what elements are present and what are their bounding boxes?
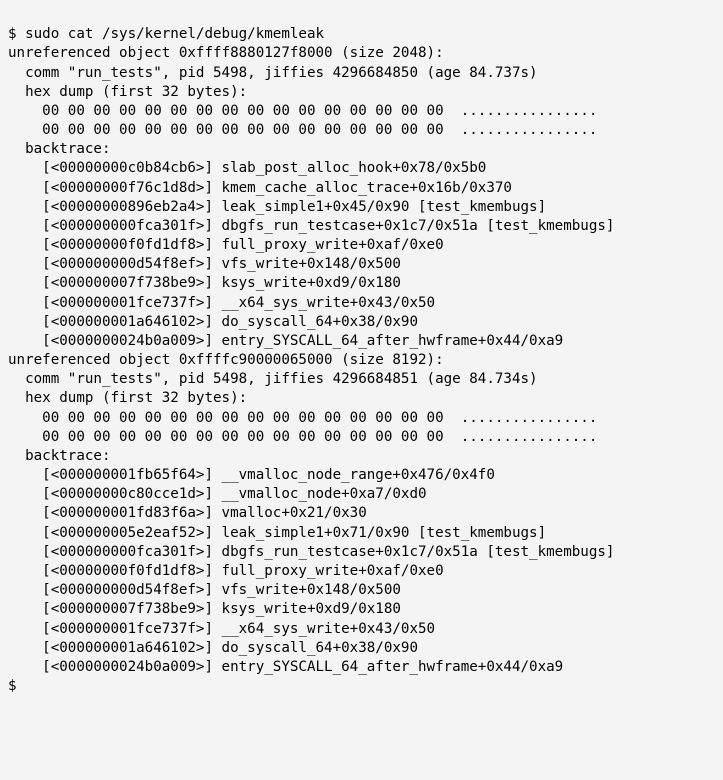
backtrace-frame: [<000000001fb65f64>] __vmalloc_node_rang… [8, 466, 715, 485]
backtrace-frame: [<00000000c80cce1d>] __vmalloc_node+0xa7… [8, 485, 715, 504]
backtrace-frame: [<00000000896eb2a4>] leak_simple1+0x45/0… [8, 198, 715, 217]
backtrace-frame: [<000000001fce737f>] __x64_sys_write+0x4… [8, 620, 715, 639]
backtrace-frame: [<000000005e2eaf52>] leak_simple1+0x71/0… [8, 524, 715, 543]
backtrace-frame: [<00000000c0b84cb6>] slab_post_alloc_hoo… [8, 159, 715, 178]
command-line[interactable]: $ sudo cat /sys/kernel/debug/kmemleak [8, 25, 715, 44]
backtrace-frame: [<000000001a646102>] do_syscall_64+0x38/… [8, 639, 715, 658]
backtrace-label: backtrace: [8, 140, 715, 159]
backtrace-frame: [<000000000fca301f>] dbgfs_run_testcase+… [8, 543, 715, 562]
backtrace-frame: [<00000000f76c1d8d>] kmem_cache_alloc_tr… [8, 179, 715, 198]
prompt: $ [8, 26, 17, 42]
terminal-output: $ sudo cat /sys/kernel/debug/kmemleakunr… [0, 0, 723, 702]
hexdump-line: 00 00 00 00 00 00 00 00 00 00 00 00 00 0… [8, 428, 715, 447]
backtrace-frame: [<00000000f0fd1df8>] full_proxy_write+0x… [8, 236, 715, 255]
backtrace-frame: [<000000007f738be9>] ksys_write+0xd9/0x1… [8, 274, 715, 293]
hexdump-line: 00 00 00 00 00 00 00 00 00 00 00 00 00 0… [8, 121, 715, 140]
hexdump-label: hex dump (first 32 bytes): [8, 389, 715, 408]
backtrace-frame: [<000000000d54f8ef>] vfs_write+0x148/0x5… [8, 581, 715, 600]
backtrace-label: backtrace: [8, 447, 715, 466]
backtrace-frame: [<000000001a646102>] do_syscall_64+0x38/… [8, 313, 715, 332]
command-text: sudo cat /sys/kernel/debug/kmemleak [25, 26, 324, 42]
backtrace-frame: [<0000000024b0a009>] entry_SYSCALL_64_af… [8, 332, 715, 351]
backtrace-frame: [<000000000fca301f>] dbgfs_run_testcase+… [8, 217, 715, 236]
backtrace-frame: [<000000000d54f8ef>] vfs_write+0x148/0x5… [8, 255, 715, 274]
backtrace-frame: [<000000001fce737f>] __x64_sys_write+0x4… [8, 294, 715, 313]
backtrace-frame: [<000000007f738be9>] ksys_write+0xd9/0x1… [8, 600, 715, 619]
leak-comm: comm "run_tests", pid 5498, jiffies 4296… [8, 64, 715, 83]
leak-header: unreferenced object 0xffff8880127f8000 (… [8, 44, 715, 63]
hexdump-line: 00 00 00 00 00 00 00 00 00 00 00 00 00 0… [8, 409, 715, 428]
hexdump-label: hex dump (first 32 bytes): [8, 83, 715, 102]
final-prompt[interactable]: $ [8, 677, 715, 696]
hexdump-line: 00 00 00 00 00 00 00 00 00 00 00 00 00 0… [8, 102, 715, 121]
backtrace-frame: [<00000000f0fd1df8>] full_proxy_write+0x… [8, 562, 715, 581]
backtrace-frame: [<000000001fd83f6a>] vmalloc+0x21/0x30 [8, 504, 715, 523]
backtrace-frame: [<0000000024b0a009>] entry_SYSCALL_64_af… [8, 658, 715, 677]
leak-header: unreferenced object 0xffffc90000065000 (… [8, 351, 715, 370]
leak-comm: comm "run_tests", pid 5498, jiffies 4296… [8, 370, 715, 389]
